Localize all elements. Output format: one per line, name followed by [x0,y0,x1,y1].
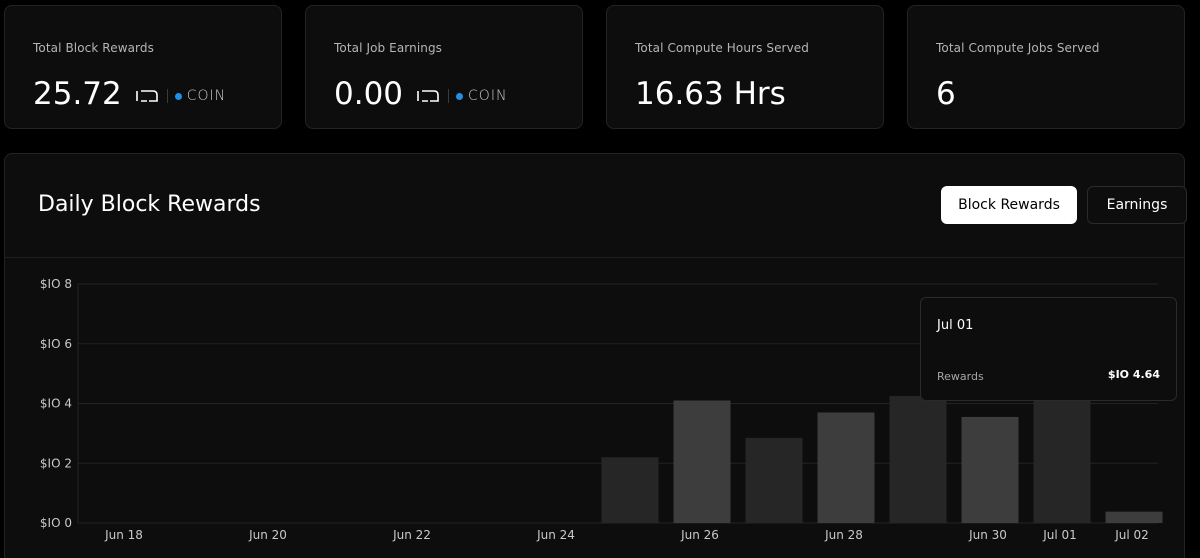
bar [889,396,947,523]
y-tick-label: $IO 8 [40,277,72,291]
bar [1105,511,1163,523]
x-tick-label: Jun 28 [824,528,863,542]
x-tick-label: Jun 24 [536,528,575,542]
y-tick-label: $IO 0 [40,516,72,530]
x-tick-label: Jul 01 [1042,528,1077,542]
x-tick-label: Jun 30 [968,528,1007,542]
x-tick-label: Jun 26 [680,528,719,542]
tooltip-label: Rewards [937,370,984,383]
tooltip-value: $IO 4.64 [1107,368,1160,381]
bar [673,400,731,523]
y-tick-label: $IO 4 [40,397,72,411]
y-tick-label: $IO 2 [40,456,72,470]
bar [1033,384,1091,523]
bar [961,416,1019,523]
x-tick-label: Jun 18 [104,528,143,542]
x-tick-label: Jul 02 [1114,528,1149,542]
y-tick-label: $IO 6 [40,337,72,351]
x-tick-label: Jun 20 [248,528,287,542]
bar [601,457,659,523]
chart-tooltip: Jul 01 Rewards $IO 4.64 [920,297,1177,401]
x-tick-label: Jun 22 [392,528,431,542]
bar-chart: $IO 0 $IO 2 $IO 4 $IO 6 $IO 8 Jun 18 Jun 20 Jun… [40,277,1163,542]
tooltip-date: Jul 01 [937,318,974,333]
bar [745,437,803,523]
bar [817,412,875,523]
